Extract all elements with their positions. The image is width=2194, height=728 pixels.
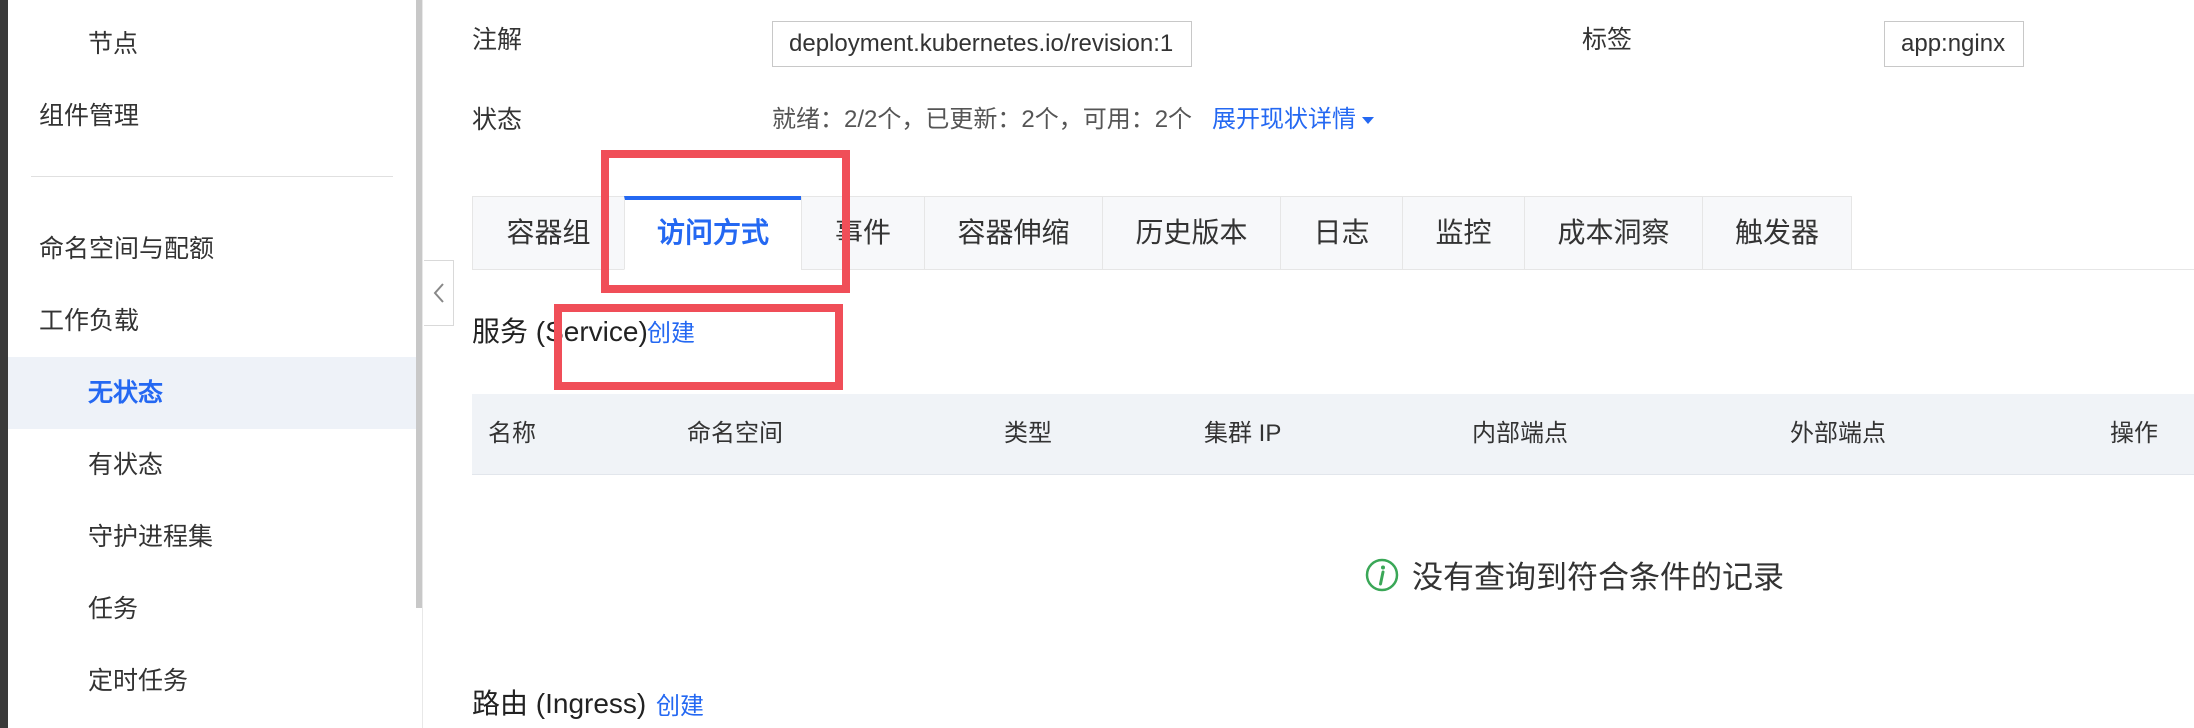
column-header-actions: 操作 (2110, 420, 2158, 447)
column-header-namespace: 命名空间 (687, 420, 783, 447)
tag-value: app:nginx (1884, 21, 2024, 67)
sidebar-divider (31, 176, 393, 177)
info-circle-icon (1365, 558, 1399, 591)
column-header-external-endpoints: 外部端点 (1790, 420, 1886, 447)
status-text: 就绪：2/2个，已更新：2个，可用：2个 (772, 106, 1193, 133)
expand-status-label: 展开现状详情 (1212, 106, 1356, 133)
column-header-type: 类型 (1004, 420, 1052, 447)
chevron-left-icon (433, 283, 444, 303)
column-header-name: 名称 (488, 420, 536, 447)
expand-status-link[interactable]: 展开现状详情 (1212, 103, 1376, 137)
sidebar-item-workloads[interactable]: 工作负载 (8, 285, 416, 357)
tag-label: 标签 (1582, 26, 1633, 54)
tab-monitoring[interactable]: 监控 (1402, 196, 1524, 270)
tab-scaling[interactable]: 容器伸缩 (924, 196, 1102, 270)
service-empty-state: 没有查询到符合条件的记录 (1364, 552, 1784, 597)
sidebar: 节点 组件管理 命名空间与配额 工作负载 无状态 有状态 守护进程集 任务 定时… (0, 0, 423, 728)
create-ingress-link[interactable]: 创建 (656, 689, 704, 725)
empty-state-text: 没有查询到符合条件的记录 (1412, 560, 1784, 595)
sidebar-collapse-button[interactable] (424, 260, 454, 326)
sidebar-item-statefulsets[interactable]: 有状态 (8, 429, 416, 501)
sidebar-item-jobs[interactable]: 任务 (8, 573, 416, 645)
sidebar-item-namespaces-quotas[interactable]: 命名空间与配额 (8, 213, 416, 285)
ingress-section-title: 路由 (Ingress) (472, 688, 647, 719)
annotation-label: 注解 (472, 26, 523, 54)
service-table-header: 名称 命名空间 类型 集群 IP 内部端点 外部端点 操作 (472, 394, 2194, 475)
sidebar-scrollbar[interactable] (416, 0, 422, 608)
tab-access-methods[interactable]: 访问方式 (624, 196, 801, 270)
tab-triggers[interactable]: 触发器 (1702, 196, 1852, 270)
tab-history[interactable]: 历史版本 (1102, 196, 1280, 270)
sidebar-item-cronjobs[interactable]: 定时任务 (8, 645, 416, 717)
sidebar-item-component-management[interactable]: 组件管理 (8, 80, 416, 152)
status-label: 状态 (472, 106, 523, 134)
sidebar-item-daemonsets[interactable]: 守护进程集 (8, 501, 416, 573)
window-edge (0, 0, 8, 728)
service-section-title: 服务 (Service) (472, 316, 648, 347)
column-header-cluster-ip: 集群 IP (1204, 420, 1282, 447)
create-service-link[interactable]: 创建 (647, 316, 695, 352)
sidebar-item-nodes[interactable]: 节点 (8, 8, 416, 80)
sidebar-item-deployments[interactable]: 无状态 (8, 357, 416, 429)
tab-pods[interactable]: 容器组 (472, 196, 624, 270)
tab-logs[interactable]: 日志 (1280, 196, 1402, 270)
annotation-value: deployment.kubernetes.io/revision:1 (772, 21, 1192, 67)
caret-down-icon (1362, 117, 1374, 124)
column-header-internal-endpoints: 内部端点 (1472, 420, 1568, 447)
tab-cost-insights[interactable]: 成本洞察 (1524, 196, 1702, 270)
detail-tabs: 容器组 访问方式 事件 容器伸缩 历史版本 日志 监控 成本洞察 触发器 (472, 196, 1852, 270)
tabs-underline (1852, 269, 2194, 270)
tab-events[interactable]: 事件 (801, 196, 924, 270)
